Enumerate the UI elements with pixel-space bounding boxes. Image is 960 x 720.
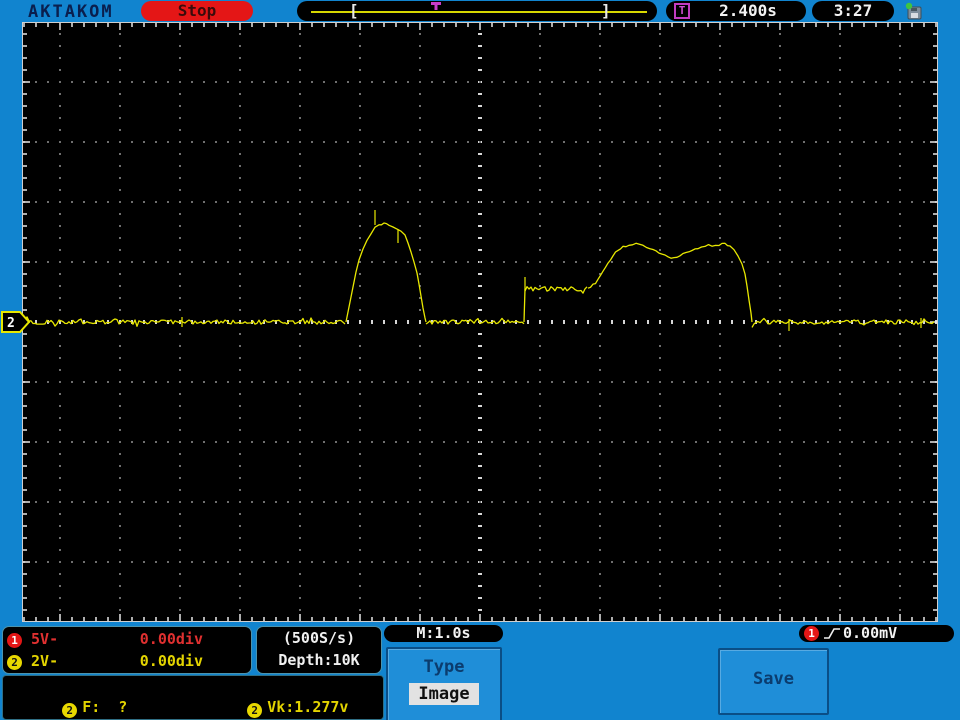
acquisition-status-box: (500S/s) Depth:10K <box>256 626 382 674</box>
ch2-position-marker[interactable]: 2 <box>1 310 33 336</box>
oscilloscope-screen: AKTAKOM Stop [ ] T 2.400s 3:27 2 1 5V- 0… <box>0 0 960 720</box>
measurement-frequency: 2 F: ? <box>8 677 127 718</box>
trigger-source-badge: 1 <box>804 626 819 641</box>
measurement-duty: 2+D:28.9% <box>8 697 154 720</box>
ch2-marker-label: 2 <box>7 316 15 331</box>
channel-status-box: 1 5V- 0.00div 2 2V- 0.00div <box>2 626 252 674</box>
trigger-time-value: 2.400s <box>719 1 777 20</box>
clock-badge: 3:27 <box>812 1 894 21</box>
ch2-badge: 2 <box>7 655 22 670</box>
timebase-status: M:1.0s <box>384 625 503 642</box>
top-status-bar: AKTAKOM Stop [ ] T 2.400s 3:27 <box>0 0 960 22</box>
graticule-area <box>22 22 938 622</box>
run-state-badge: Stop <box>141 1 253 21</box>
sample-rate: (500S/s) <box>282 629 356 647</box>
brand-label: AKTAKOM <box>28 2 114 22</box>
waveform-plot <box>22 22 938 622</box>
trigger-marker-icon <box>431 2 441 10</box>
trigger-level-status: 1 0.00mV <box>799 625 954 642</box>
ch1-badge: 1 <box>7 633 22 648</box>
type-button-label: Type <box>423 657 465 677</box>
ch2-scale: 2V- <box>31 652 59 670</box>
measurements-box: 2F: ? 2Vk:1.277v 2+D:28.9% 2V:701.6mv <box>2 675 384 720</box>
ch2-status-row: 2 2V- 0.00div <box>7 650 247 672</box>
type-button[interactable]: Type Image <box>386 647 502 720</box>
trigger-position-track <box>311 11 647 13</box>
window-left-bracket: [ <box>349 1 359 20</box>
memory-depth: Depth:10K <box>278 651 360 669</box>
measurement-vk: 2 Vk:1.277v <box>193 677 348 718</box>
trigger-position-bar: [ ] <box>297 1 657 21</box>
ch2-position: 0.00div <box>139 652 203 670</box>
measurement-voltage: 2V:701.6mv <box>193 697 348 720</box>
rising-edge-icon <box>824 628 840 639</box>
type-value-image[interactable]: Image <box>409 683 479 705</box>
ch1-scale: 5V- <box>31 630 59 648</box>
ch1-position: 0.00div <box>139 630 203 648</box>
trigger-time-badge: T 2.400s <box>666 1 806 21</box>
trigger-t-icon: T <box>674 3 690 19</box>
save-button[interactable]: Save <box>718 648 829 715</box>
window-right-bracket: ] <box>601 1 611 20</box>
trigger-level-value: 0.00mV <box>843 624 898 642</box>
usb-storage-icon <box>905 2 922 20</box>
ch1-status-row: 1 5V- 0.00div <box>7 628 247 650</box>
